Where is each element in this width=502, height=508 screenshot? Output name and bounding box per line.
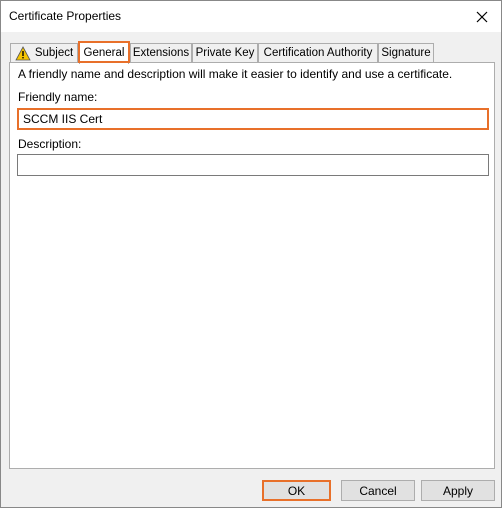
description-input[interactable] [17,154,489,176]
cancel-button[interactable]: Cancel [341,480,415,501]
tab-extensions[interactable]: Extensions [130,43,192,62]
tab-private-key-label: Private Key [195,46,255,59]
tab-general-label: General [83,46,125,59]
certificate-properties-dialog: Certificate Properties Subject General E… [0,0,502,508]
friendly-name-input[interactable]: SCCM IIS Cert [17,108,489,130]
tab-strip: Subject General Extensions Private Key C… [9,41,495,64]
tab-signature[interactable]: Signature [378,43,434,62]
close-icon [476,11,488,22]
friendly-name-label: Friendly name: [18,90,98,104]
general-intro-text: A friendly name and description will mak… [18,67,453,81]
title-bar: Certificate Properties [1,1,501,32]
tab-signature-label: Signature [381,46,431,59]
general-tab-panel: A friendly name and description will mak… [9,62,495,469]
tab-certification-authority[interactable]: Certification Authority [258,43,378,62]
tab-extensions-label: Extensions [132,46,190,59]
close-button[interactable] [463,1,501,32]
dialog-title: Certificate Properties [9,9,122,23]
tab-subject-label: Subject [34,46,74,59]
description-label: Description: [18,137,82,151]
warning-icon [15,45,31,60]
apply-button[interactable]: Apply [421,480,495,501]
tab-private-key[interactable]: Private Key [192,43,258,62]
ok-button[interactable]: OK [262,480,331,501]
tab-certification-authority-label: Certification Authority [263,46,373,59]
tab-subject[interactable]: Subject [10,43,78,62]
tab-general[interactable]: General [78,41,130,64]
